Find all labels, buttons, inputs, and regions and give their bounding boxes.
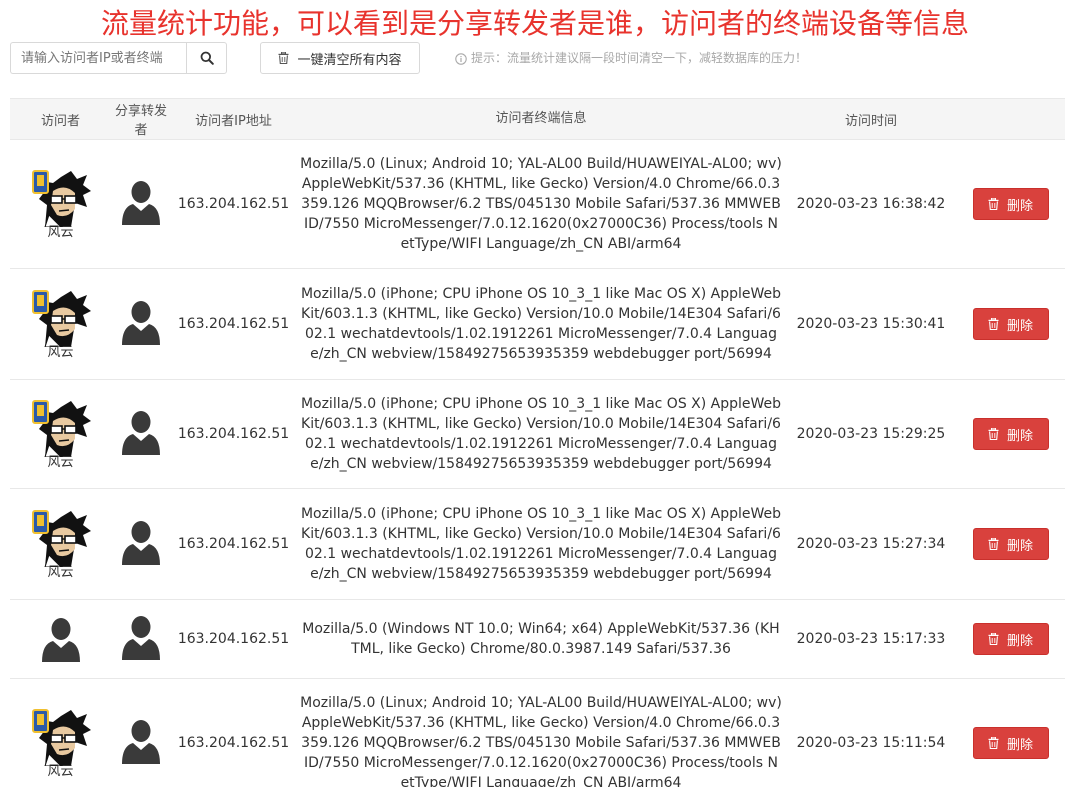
anonymous-user-icon: [122, 181, 160, 225]
anonymous-user-icon: [122, 616, 160, 660]
anonymous-user-icon: [122, 521, 160, 565]
terminal-cell: Mozilla/5.0 (iPhone; CPU iPhone OS 10_3_…: [300, 396, 782, 472]
ip-cell: 163.204.162.51: [177, 196, 290, 212]
action-cell: 删除: [956, 308, 1065, 340]
trash-icon: [278, 52, 289, 64]
clear-all-button[interactable]: 一键清空所有内容: [260, 42, 420, 74]
delete-button[interactable]: 删除: [972, 308, 1049, 340]
sharer-cell: [111, 177, 171, 231]
delete-label: 删除: [1006, 737, 1033, 753]
sharer-cell: [111, 517, 171, 571]
delete-label: 删除: [1006, 633, 1033, 649]
action-cell: 删除: [956, 623, 1065, 655]
visitor-name: 风云: [47, 344, 74, 360]
visitor-name: 风云: [47, 454, 74, 470]
table-row: 风云 163.204.162.51 Mozilla/5.0 (iPhone; CP…: [10, 269, 1065, 380]
table-header: 访问者 分享转发者 访问者IP地址 访问者终端信息 访问时间: [10, 98, 1065, 140]
trash-icon: [988, 737, 999, 749]
visitor-cell: 风云: [10, 707, 111, 779]
terminal-cell: Mozilla/5.0 (iPhone; CPU iPhone OS 10_3_…: [300, 506, 782, 582]
time-cell: 2020-03-23 15:29:25: [796, 426, 946, 442]
info-icon: [455, 52, 467, 65]
traffic-stats-page: 流量统计功能，可以看到是分享转发者是谁，访问者的终端设备等信息 一键清空所有内容: [0, 0, 1092, 787]
header-ip: 访问者IP地址: [195, 113, 272, 129]
action-cell: 删除: [956, 727, 1065, 759]
terminal-cell: Mozilla/5.0 (Linux; Android 10; YAL-AL00…: [300, 695, 782, 787]
visitor-avatar-icon: [30, 707, 91, 766]
delete-label: 删除: [1006, 428, 1033, 444]
ip-cell: 163.204.162.51: [177, 536, 290, 552]
anonymous-user-icon: [122, 720, 160, 764]
ip-cell: 163.204.162.51: [177, 426, 290, 442]
action-cell: 删除: [956, 188, 1065, 220]
delete-label: 删除: [1006, 318, 1033, 334]
visitor-cell: 风云: [10, 398, 111, 470]
visit-log-table: 访问者 分享转发者 访问者IP地址 访问者终端信息 访问时间 风云 163.20…: [10, 98, 1065, 787]
time-cell: 2020-03-23 15:17:33: [796, 631, 946, 647]
table-body: 风云 163.204.162.51 Mozilla/5.0 (Linux; And…: [10, 140, 1065, 787]
visitor-avatar-icon: [30, 168, 91, 227]
terminal-cell: Mozilla/5.0 (Windows NT 10.0; Win64; x64…: [302, 621, 780, 657]
delete-label: 删除: [1006, 198, 1033, 214]
visitor-avatar-icon: [30, 288, 91, 347]
delete-button[interactable]: 删除: [972, 528, 1049, 560]
table-row: 风云 163.204.162.51 Mozilla/5.0 (Linux; And…: [10, 140, 1065, 269]
visitor-cell: 风云: [10, 288, 111, 360]
delete-button[interactable]: 删除: [972, 623, 1049, 655]
sharer-cell: [111, 297, 171, 351]
sharer-cell: [111, 407, 171, 461]
trash-icon: [988, 428, 999, 440]
header-terminal: 访问者终端信息: [495, 111, 587, 126]
search-input[interactable]: [10, 42, 186, 74]
table-row: 风云 163.204.162.51 Mozilla/5.0 (iPhone; CP…: [10, 489, 1065, 600]
tip-text: 提示：流量统计建议隔一段时间清空一下，减轻数据库的压力！: [455, 42, 807, 74]
visitor-cell: [10, 614, 111, 664]
time-cell: 2020-03-23 15:27:34: [796, 536, 946, 552]
sharer-cell: [111, 716, 171, 770]
delete-label: 删除: [1006, 538, 1033, 554]
ip-cell: 163.204.162.51: [177, 735, 290, 751]
anonymous-user-icon: [122, 301, 160, 345]
action-cell: 删除: [956, 418, 1065, 450]
search-icon: [200, 51, 214, 65]
time-cell: 2020-03-23 15:11:54: [796, 735, 946, 751]
banner-caption: 流量统计功能，可以看到是分享转发者是谁，访问者的终端设备等信息: [100, 7, 969, 40]
delete-button[interactable]: 删除: [972, 188, 1049, 220]
ip-cell: 163.204.162.51: [177, 316, 290, 332]
tip-label: 提示：流量统计建议隔一段时间清空一下，减轻数据库的压力！: [471, 51, 808, 65]
action-cell: 删除: [956, 528, 1065, 560]
delete-button[interactable]: 删除: [972, 418, 1049, 450]
header-sharer: 分享转发者: [114, 104, 167, 138]
trash-icon: [988, 633, 999, 645]
terminal-cell: Mozilla/5.0 (iPhone; CPU iPhone OS 10_3_…: [300, 286, 782, 362]
search-button[interactable]: [186, 42, 227, 74]
visitor-name: 风云: [47, 564, 74, 580]
visitor-avatar-icon: [30, 508, 91, 567]
visitor-cell: 风云: [10, 168, 111, 240]
time-cell: 2020-03-23 16:38:42: [796, 196, 946, 212]
table-row: 风云 163.204.162.51 Mozilla/5.0 (iPhone; CP…: [10, 380, 1065, 489]
trash-icon: [988, 198, 999, 210]
visitor-avatar-icon: [30, 398, 91, 457]
trash-icon: [988, 538, 999, 550]
trash-icon: [988, 318, 999, 330]
table-row: 163.204.162.51 Mozilla/5.0 (Windows NT 10…: [10, 600, 1065, 679]
terminal-cell: Mozilla/5.0 (Linux; Android 10; YAL-AL00…: [300, 156, 782, 252]
ip-cell: 163.204.162.51: [177, 631, 290, 647]
anonymous-user-icon: [122, 411, 160, 455]
clear-all-label: 一键清空所有内容: [297, 52, 402, 68]
header-time: 访问时间: [844, 113, 897, 129]
sharer-cell: [111, 612, 171, 666]
anonymous-user-icon: [41, 618, 80, 662]
time-cell: 2020-03-23 15:30:41: [796, 316, 946, 332]
table-row: 风云 163.204.162.51 Mozilla/5.0 (Linux; And…: [10, 679, 1065, 787]
visitor-cell: 风云: [10, 508, 111, 580]
header-visitor: 访问者: [40, 113, 80, 129]
visitor-name: 风云: [47, 763, 74, 779]
delete-button[interactable]: 删除: [972, 727, 1049, 759]
visitor-name: 风云: [47, 224, 74, 240]
